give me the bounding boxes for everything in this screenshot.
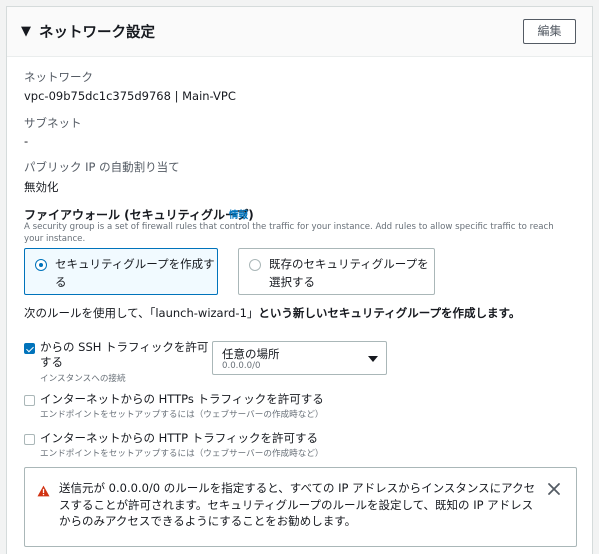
network-label: ネットワーク <box>24 70 93 84</box>
create-security-group-label: セキュリティグループを作成す る <box>55 257 215 289</box>
subnet-label: サブネット <box>24 116 82 130</box>
https-rule-sub: エンドポイントをセットアップするには（ウェブサーバーの作成時など） <box>40 410 324 420</box>
source-select-sub: 0.0.0.0/0 <box>222 361 261 371</box>
ssh-rule-label: からの SSH トラフィックを許可 する <box>40 340 209 369</box>
select-existing-security-group-option[interactable]: 既存のセキュリティグループを 選択する <box>238 248 435 295</box>
warning-alert: 送信元が 0.0.0.0/0 のルールを指定すると、すべての IP アドレスから… <box>24 467 577 547</box>
create-security-group-option[interactable]: セキュリティグループを作成す る <box>24 248 218 295</box>
http-rule-sub: エンドポイントをセットアップするには（ウェブサーバーの作成時など） <box>40 449 324 459</box>
subnet-value: - <box>24 134 29 148</box>
page-title: ネットワーク設定 <box>39 25 155 41</box>
ssh-checkbox[interactable] <box>24 343 35 354</box>
radio-selected[interactable] <box>35 259 47 271</box>
source-select-value: 任意の場所 <box>222 347 280 361</box>
firewall-description: A security group is a set of firewall ru… <box>24 222 554 244</box>
https-rule-label: インターネットからの HTTPs トラフィックを許可する <box>40 392 324 406</box>
ssh-rule-sub: インスタンスへの接続 <box>40 374 126 384</box>
public-ip-value: 無効化 <box>24 180 59 194</box>
panel-header: ▼ ネットワーク設定 編集 <box>7 7 592 57</box>
network-value: vpc-09b75dc1c375d9768 | Main-VPC <box>24 89 236 103</box>
radio-unselected[interactable] <box>249 259 261 271</box>
warning-icon <box>37 485 50 497</box>
info-link[interactable]: 情報 <box>229 207 248 221</box>
warning-text: 送信元が 0.0.0.0/0 のルールを指定すると、すべての IP アドレスから… <box>59 481 536 528</box>
edit-button[interactable]: 編集 <box>523 19 576 44</box>
http-rule-label: インターネットからの HTTP トラフィックを許可する <box>40 431 319 445</box>
http-checkbox[interactable] <box>24 434 35 445</box>
public-ip-label: パブリック IP の自動割り当て <box>24 160 180 174</box>
collapse-caret-icon[interactable]: ▼ <box>21 24 31 39</box>
network-settings-panel: ▼ ネットワーク設定 編集 ネットワーク vpc-09b75dc1c375d97… <box>6 6 593 554</box>
https-checkbox[interactable] <box>24 395 35 406</box>
dropdown-arrow-icon <box>368 356 378 362</box>
select-existing-security-group-label: 既存のセキュリティグループを 選択する <box>269 257 429 289</box>
source-select[interactable]: 任意の場所 0.0.0.0/0 <box>212 341 387 375</box>
security-group-rule-text: 次のルールを使用して、「launch-wizard-1」という新しいセキュリティ… <box>24 306 521 320</box>
close-icon[interactable] <box>547 482 561 496</box>
